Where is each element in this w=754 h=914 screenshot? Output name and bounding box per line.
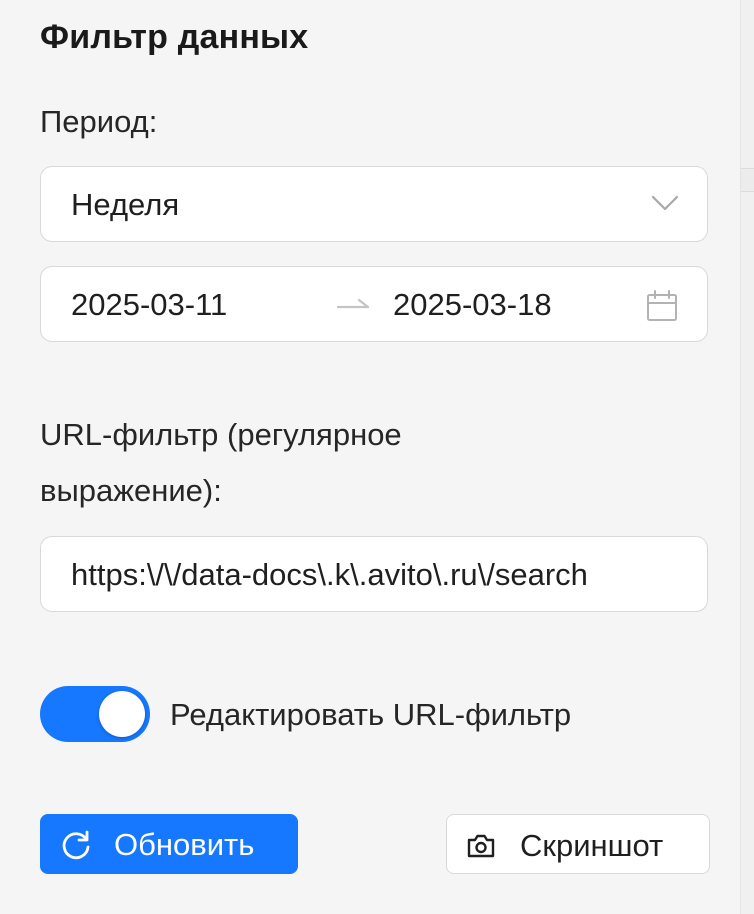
panel-divider: [740, 0, 754, 914]
url-filter-viewport: https:\/\/data-docs\.k\.avito\.ru\/searc…: [71, 537, 683, 613]
panel-title: Фильтр данных: [40, 18, 309, 56]
resize-handle[interactable]: [741, 168, 754, 192]
toggle-knob: [99, 691, 145, 737]
data-filter-panel: Фильтр данных Период: Неделя 2025-03-11 …: [0, 0, 740, 914]
calendar-icon: [647, 290, 677, 321]
edit-url-filter-toggle[interactable]: [40, 686, 150, 742]
refresh-icon: [62, 830, 90, 860]
url-filter-label-line1: URL-фильтр (регулярное: [40, 417, 402, 452]
url-filter-label-line2: выражение):: [40, 473, 222, 508]
screenshot-button-label: Скриншот: [520, 828, 664, 863]
chevron-down-icon: [651, 195, 679, 211]
period-label: Период:: [40, 104, 158, 139]
url-filter-input[interactable]: https:\/\/data-docs\.k\.avito\.ru\/searc…: [40, 536, 708, 612]
period-select[interactable]: Неделя: [40, 166, 708, 242]
edit-url-filter-label: Редактировать URL-фильтр: [170, 697, 572, 732]
refresh-button-label: Обновить: [114, 827, 255, 862]
date-end-input[interactable]: 2025-03-18: [393, 267, 552, 343]
arrow-right-icon: [337, 298, 370, 309]
refresh-button[interactable]: Обновить: [40, 814, 298, 874]
date-start-input[interactable]: 2025-03-11: [71, 267, 227, 343]
screenshot-button[interactable]: Скриншот: [446, 814, 710, 874]
period-select-value: Неделя: [71, 187, 180, 222]
date-range-picker[interactable]: 2025-03-11 2025-03-18: [40, 266, 708, 342]
url-filter-value: https:\/\/data-docs\.k\.avito\.ru\/searc…: [71, 557, 588, 592]
camera-icon: [467, 834, 495, 858]
